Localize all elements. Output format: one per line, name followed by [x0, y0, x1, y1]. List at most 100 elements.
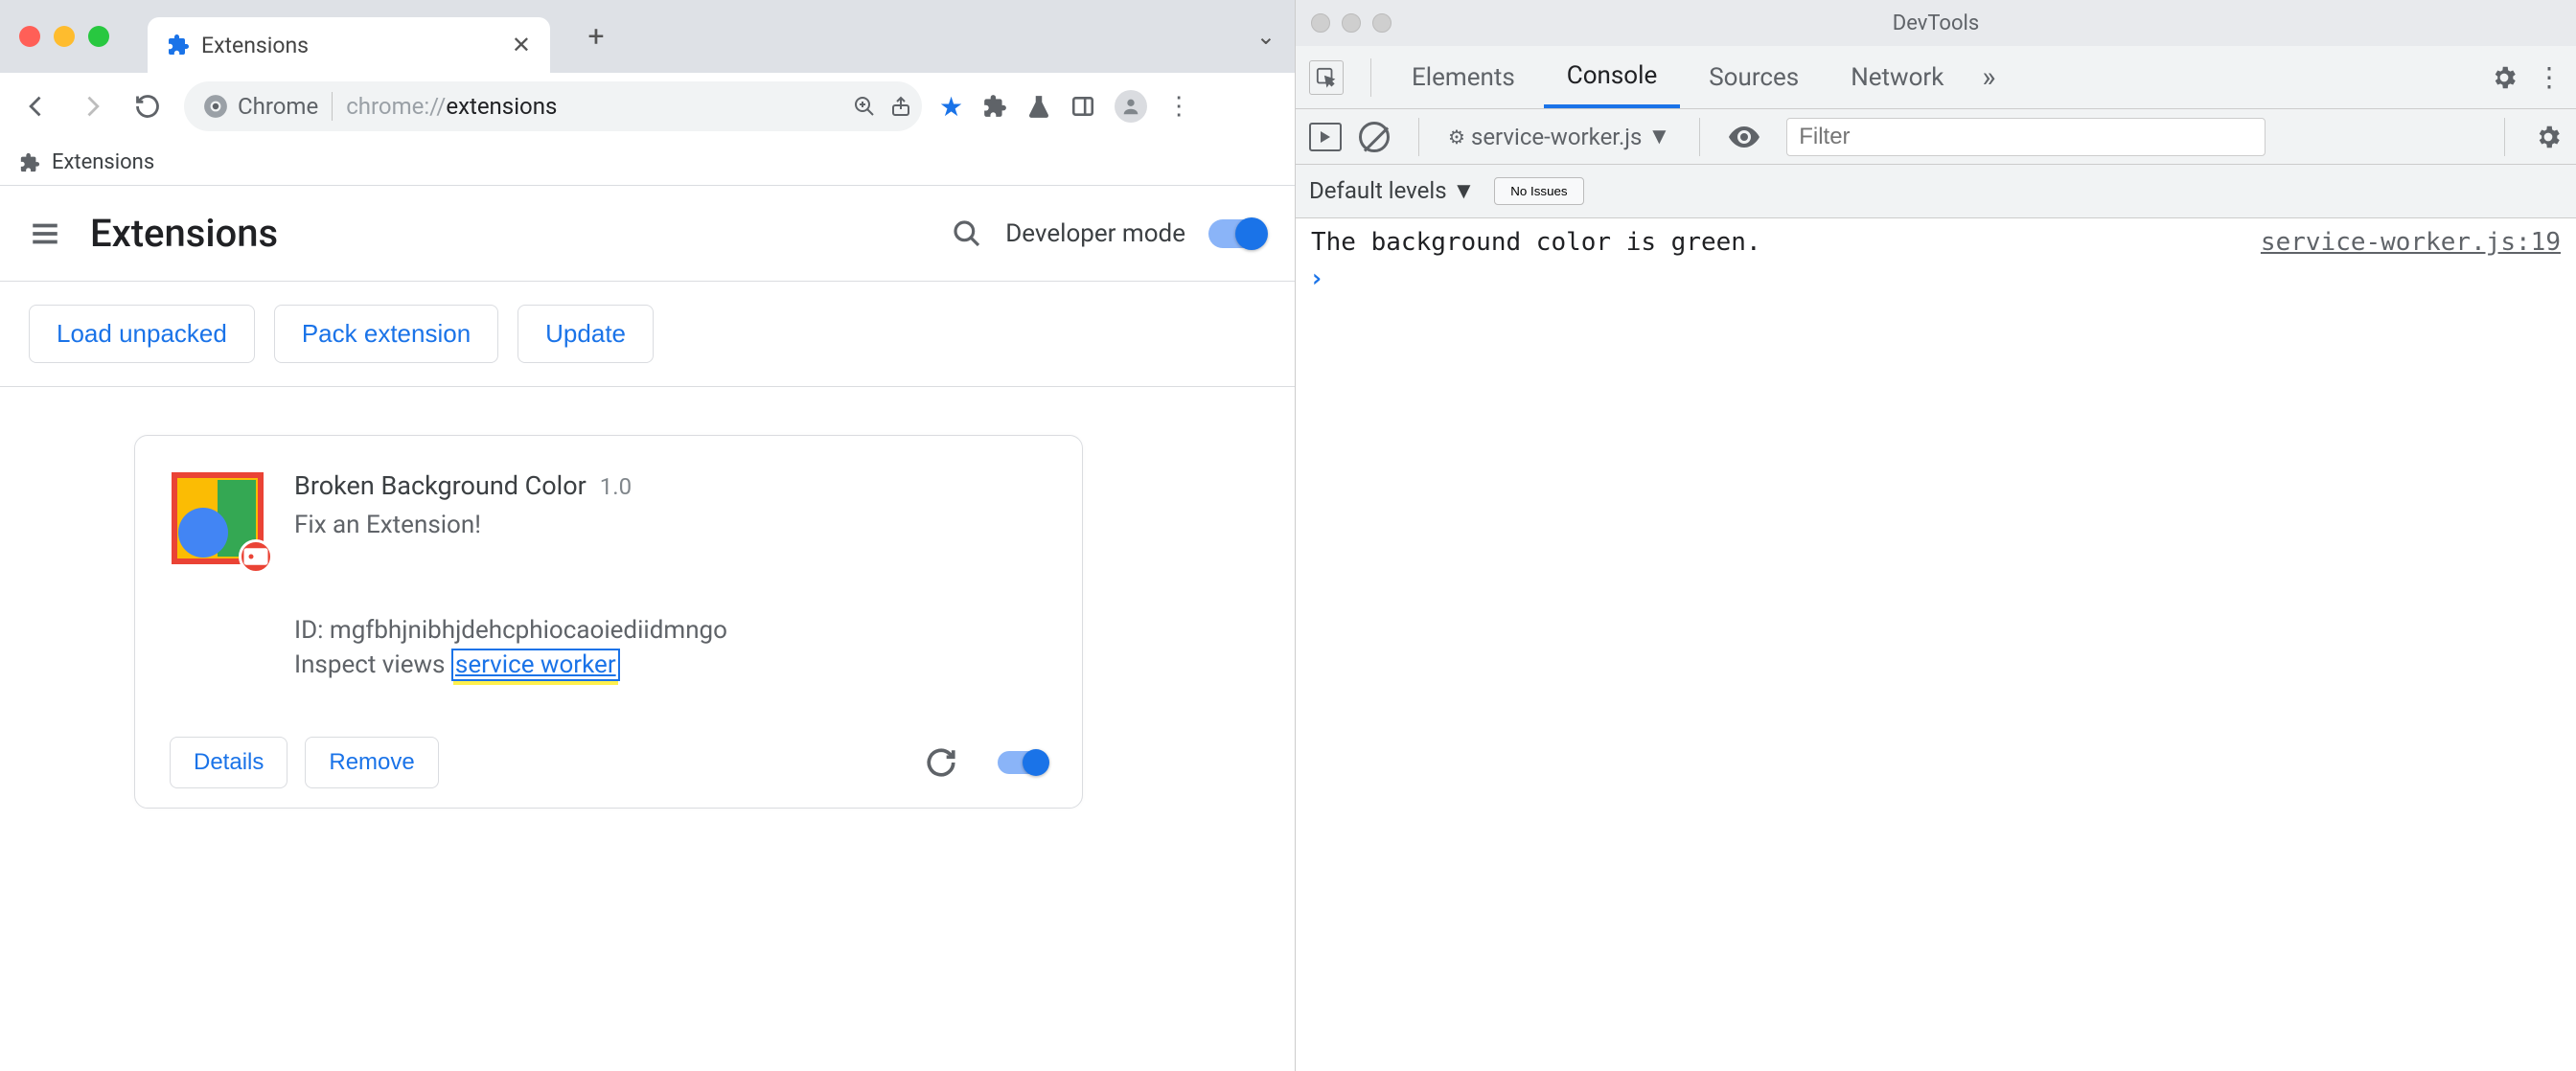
- devtools-titlebar: DevTools: [1296, 0, 2576, 46]
- extension-puzzle-icon: [19, 152, 40, 173]
- inspect-label: Inspect views: [294, 650, 451, 679]
- fullscreen-window-icon[interactable]: [88, 26, 109, 47]
- inspect-views-row: Inspect views service worker: [294, 650, 727, 679]
- levels-label: Default levels: [1309, 177, 1447, 204]
- close-window-icon[interactable]: [19, 26, 40, 47]
- id-label: ID:: [294, 616, 330, 645]
- pack-extension-button[interactable]: Pack extension: [274, 305, 498, 363]
- search-icon[interactable]: [952, 218, 982, 249]
- divider: [1699, 118, 1700, 156]
- share-icon[interactable]: [889, 95, 912, 118]
- chrome-window: Extensions ✕ + ⌄ Chrome chrome://extensi…: [0, 0, 1296, 1071]
- tab-elements[interactable]: Elements: [1389, 46, 1538, 108]
- context-label: service-worker.js: [1471, 124, 1643, 150]
- divider: [1370, 58, 1371, 97]
- tab-sources[interactable]: Sources: [1686, 46, 1822, 108]
- omnibox-chip-text: Chrome: [238, 93, 318, 120]
- bookmark-star-icon[interactable]: ★: [939, 91, 963, 123]
- unpacked-badge-icon: [239, 539, 273, 574]
- service-worker-link[interactable]: service worker: [451, 649, 620, 681]
- filter-input[interactable]: [1786, 118, 2266, 156]
- log-levels-dropdown[interactable]: Default levels ▼: [1309, 177, 1475, 205]
- page-title: Extensions: [90, 211, 278, 256]
- extension-info: Broken Background Color 1.0 Fix an Exten…: [294, 470, 727, 679]
- settings-gear-icon[interactable]: [2490, 63, 2518, 92]
- console-settings-gear-icon[interactable]: [2534, 123, 2563, 151]
- toolbar-icons: ★ ⋮: [939, 90, 1191, 123]
- extension-app-icon: [170, 470, 265, 566]
- browser-toolbar: Chrome chrome://extensions ★: [0, 73, 1295, 140]
- live-expression-eye-icon[interactable]: [1729, 126, 1760, 148]
- menu-icon[interactable]: [29, 217, 61, 250]
- update-button[interactable]: Update: [518, 305, 654, 363]
- divider: [1418, 118, 1419, 156]
- bookmark-item[interactable]: Extensions: [52, 150, 154, 174]
- address-bar[interactable]: Chrome chrome://extensions: [184, 81, 922, 131]
- profile-avatar-icon[interactable]: [1115, 90, 1147, 123]
- inspect-element-icon[interactable]: [1309, 60, 1344, 95]
- load-unpacked-button[interactable]: Load unpacked: [29, 305, 255, 363]
- tab-title: Extensions: [201, 33, 309, 58]
- dev-buttons-row: Load unpacked Pack extension Update: [0, 282, 1295, 387]
- labs-flask-icon[interactable]: [1026, 94, 1051, 119]
- devtools-title: DevTools: [1893, 11, 1979, 35]
- tab-strip: Extensions ✕ + ⌄: [0, 0, 1295, 73]
- new-tab-button[interactable]: +: [579, 19, 613, 54]
- omnibox-url: chrome://extensions: [346, 93, 557, 120]
- developer-mode-label: Developer mode: [1005, 219, 1185, 248]
- remove-button[interactable]: Remove: [305, 737, 438, 788]
- minimize-window-icon[interactable]: [54, 26, 75, 47]
- kebab-menu-icon[interactable]: ⋮: [2536, 61, 2563, 93]
- devtools-window-controls: [1311, 13, 1392, 33]
- log-source-link[interactable]: service-worker.js:19: [2261, 228, 2561, 257]
- reload-extension-icon[interactable]: [925, 746, 957, 779]
- console-output: The background color is green. service-w…: [1296, 218, 2576, 303]
- developer-mode-toggle[interactable]: [1208, 219, 1266, 248]
- chevron-down-icon: ▼: [1453, 177, 1476, 204]
- fullscreen-window-icon[interactable]: [1372, 13, 1392, 33]
- omnibox-divider: [332, 92, 333, 121]
- window-controls: [19, 26, 109, 47]
- close-tab-icon[interactable]: ✕: [512, 32, 531, 58]
- reload-button[interactable]: [128, 87, 167, 125]
- extension-enable-toggle[interactable]: [998, 751, 1047, 774]
- issues-button[interactable]: No Issues: [1494, 177, 1583, 205]
- console-prompt-icon[interactable]: ›: [1296, 261, 2576, 297]
- extension-version: 1.0: [600, 473, 632, 500]
- side-panel-icon[interactable]: [1070, 94, 1095, 119]
- kebab-menu-icon[interactable]: ⋮: [1166, 92, 1191, 121]
- divider: [2504, 118, 2505, 156]
- toggle-drawer-icon[interactable]: [1309, 123, 1342, 151]
- console-subtoolbar: Default levels ▼ No Issues: [1296, 165, 2576, 218]
- tabs-overflow-icon[interactable]: »: [1982, 60, 1995, 94]
- details-button[interactable]: Details: [170, 737, 288, 788]
- extension-name: Broken Background Color: [294, 470, 586, 501]
- url-scheme: chrome://: [346, 93, 446, 120]
- extensions-toolbar-icon[interactable]: [982, 94, 1007, 119]
- tabs-dropdown-icon[interactable]: ⌄: [1256, 23, 1276, 50]
- context-selector[interactable]: ⚙ service-worker.js ▼: [1448, 123, 1670, 150]
- tab-network[interactable]: Network: [1828, 46, 1966, 108]
- clear-console-icon[interactable]: [1359, 122, 1390, 152]
- tab-console[interactable]: Console: [1544, 46, 1680, 108]
- extension-puzzle-icon: [167, 34, 190, 57]
- extensions-list: Broken Background Color 1.0 Fix an Exten…: [0, 387, 1295, 856]
- console-log-row: The background color is green. service-w…: [1296, 224, 2576, 261]
- extension-card: Broken Background Color 1.0 Fix an Exten…: [134, 435, 1083, 809]
- back-button[interactable]: [17, 87, 56, 125]
- extension-id: ID: mgfbhjnibhjdehcphiocaoiediidmngo: [294, 616, 727, 645]
- chevron-down-icon: ▼: [1647, 123, 1670, 150]
- browser-tab[interactable]: Extensions ✕: [148, 17, 550, 73]
- zoom-icon[interactable]: [853, 95, 876, 118]
- gear-icon: ⚙: [1448, 125, 1465, 148]
- url-path: extensions: [446, 93, 557, 120]
- log-message: The background color is green.: [1311, 228, 1761, 257]
- console-toolbar: ⚙ service-worker.js ▼: [1296, 109, 2576, 165]
- devtools-window: DevTools Elements Console Sources Networ…: [1296, 0, 2576, 1071]
- close-window-icon[interactable]: [1311, 13, 1330, 33]
- chrome-logo-icon: [203, 94, 228, 119]
- forward-button[interactable]: [73, 87, 111, 125]
- bookmarks-bar: Extensions: [0, 140, 1295, 186]
- minimize-window-icon[interactable]: [1342, 13, 1361, 33]
- id-value: mgfbhjnibhjdehcphiocaoiediidmngo: [330, 616, 727, 645]
